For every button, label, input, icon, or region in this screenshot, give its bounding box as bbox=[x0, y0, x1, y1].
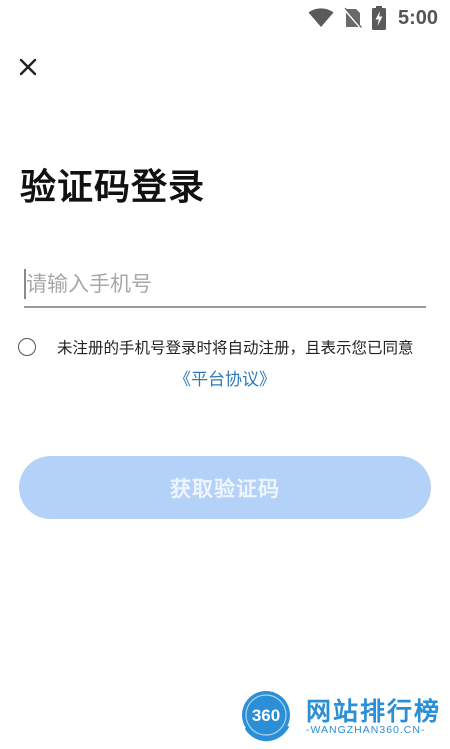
phone-field bbox=[24, 264, 428, 308]
status-icons: 5:00 bbox=[308, 6, 438, 30]
agreement-radio[interactable] bbox=[18, 338, 36, 356]
close-icon bbox=[19, 58, 37, 76]
page-title: 验证码登录 bbox=[20, 167, 206, 208]
agreement-text: 未注册的手机号登录时将自动注册，且表示您已同意 bbox=[57, 339, 414, 357]
text-cursor bbox=[24, 269, 26, 299]
battery-charging-icon bbox=[371, 6, 386, 30]
get-code-button[interactable]: 获取验证码 bbox=[19, 456, 431, 519]
watermark-logo-icon: 360 bbox=[238, 688, 294, 744]
no-sim-icon bbox=[343, 7, 362, 29]
close-button[interactable] bbox=[14, 53, 42, 81]
watermark: 360 网站排行榜 -WANGZHAN360.CN- bbox=[236, 684, 446, 746]
watermark-subtitle: -WANGZHAN360.CN- bbox=[306, 724, 426, 736]
phone-input[interactable] bbox=[24, 264, 428, 304]
watermark-title: 网站排行榜 bbox=[306, 697, 442, 726]
status-bar: 5:00 bbox=[0, 0, 450, 36]
status-time: 5:00 bbox=[397, 6, 438, 29]
wifi-icon bbox=[308, 8, 334, 28]
platform-agreement-link[interactable]: 《平台协议》 bbox=[0, 369, 450, 391]
svg-text:360: 360 bbox=[252, 706, 280, 725]
